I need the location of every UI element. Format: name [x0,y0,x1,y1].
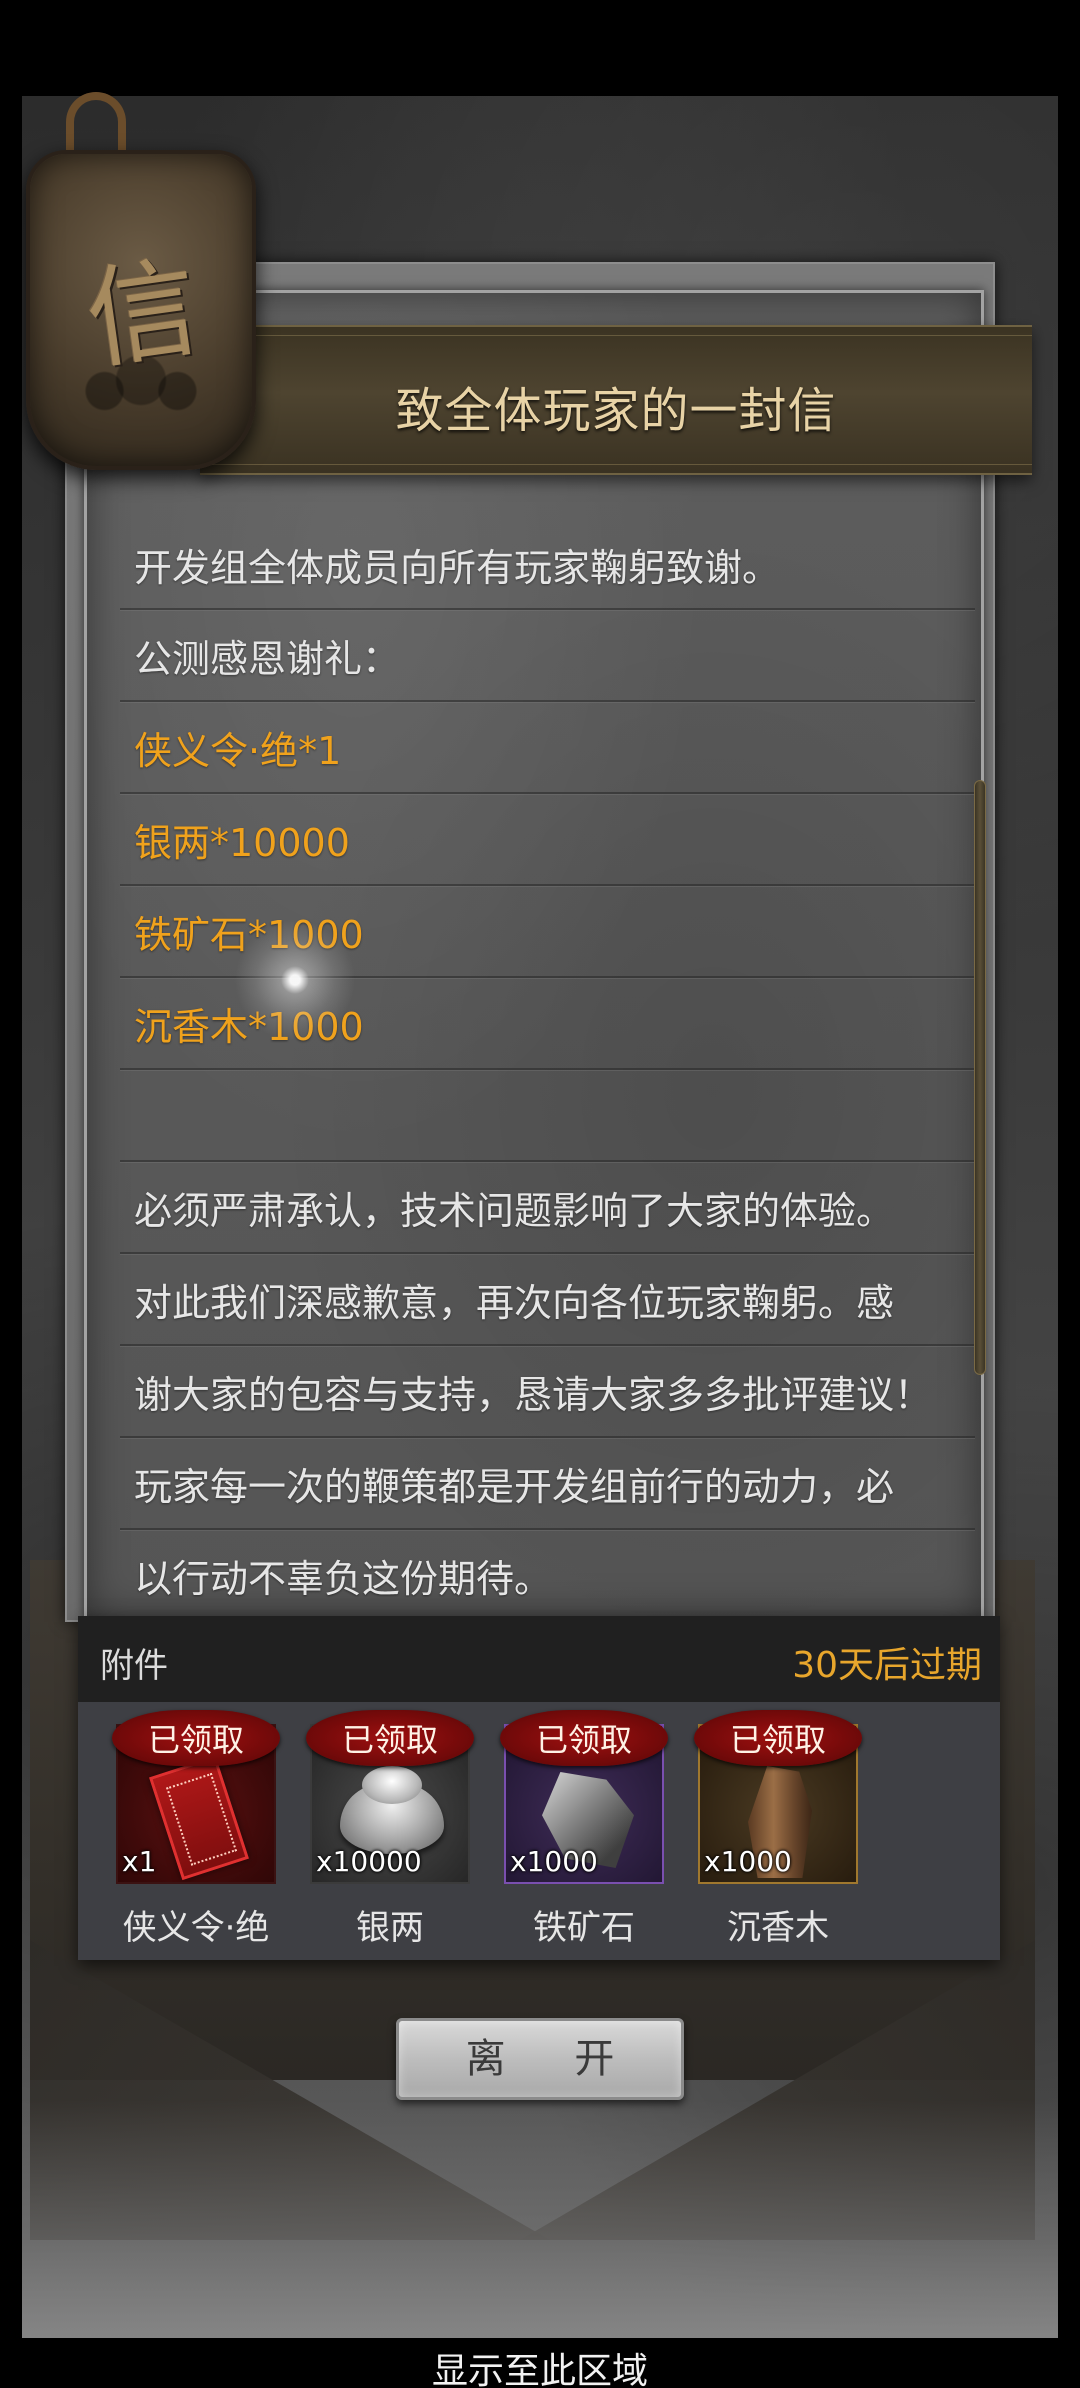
attachments-title: 附件 [100,1646,168,1686]
letter-line: 公测感恩谢礼： [120,610,975,702]
letter-line: 玩家每一次的鞭策都是开发组前行的动力，必 [120,1438,975,1530]
letter-scrollbar[interactable] [974,780,986,1375]
touch-glow [235,920,355,1040]
attachment-item-xiayi-token[interactable]: x1 已领取 侠义令·绝 [112,1710,280,1949]
letter-line-empty [120,1070,975,1162]
letter-title: 致全体玩家的一封信 [395,383,837,439]
leave-button[interactable]: 离 开 [396,2018,684,2100]
seal-icon: 信 [26,150,256,470]
attachment-name: 铁矿石 [533,1908,635,1948]
attachments-expire-text: 30天后过期 [792,1645,982,1686]
attachment-qty: x1000 [704,1845,792,1878]
bottom-fade [22,2100,1058,2338]
letter-line: 谢大家的包容与支持，恳请大家多多批评建议！ [120,1346,975,1438]
attachment-qty: x1 [122,1845,157,1878]
attachment-item-agarwood[interactable]: x1000 已领取 沉香木 [694,1710,862,1949]
silver-ingot-icon [340,1766,444,1854]
reward-line: 银两*10000 [120,794,975,886]
attachment-qty: x10000 [316,1845,422,1878]
attachments-panel: 附件 30天后过期 x1 已领取 侠义令·绝 x10000 已领取 银两 x10… [78,1616,1000,1960]
attachment-qty: x1000 [510,1845,598,1878]
game-screen: 致全体玩家的一封信 信 开发组全体成员向所有玩家鞠躬致谢。 公测感恩谢礼： 侠义… [0,0,1080,2388]
seal-character: 信 [79,242,206,385]
attachment-name: 沉香木 [727,1908,829,1948]
letter-content[interactable]: 开发组全体成员向所有玩家鞠躬致谢。 公测感恩谢礼： 侠义令·绝*1 银两*100… [120,520,975,1600]
letter-title-banner: 致全体玩家的一封信 [200,325,1032,475]
letter-line: 必须严肃承认，技术问题影响了大家的体验。 [120,1162,975,1254]
attachment-name: 侠义令·绝 [122,1908,270,1948]
claimed-badge: 已领取 [306,1710,474,1766]
display-area-label: 显示至此区域 [431,2351,648,2388]
reward-line: 侠义令·绝*1 [120,702,975,794]
claimed-badge: 已领取 [500,1710,668,1766]
letter-line: 对此我们深感歉意，再次向各位玩家鞠躬。感 [120,1254,975,1346]
attachment-name: 银两 [356,1908,424,1948]
seal-tag: 信 [26,92,256,500]
letter-line: 开发组全体成员向所有玩家鞠躬致谢。 [120,520,975,610]
attachment-item-silver[interactable]: x10000 已领取 银两 [306,1710,474,1949]
letter-line: 以行动不辜负这份期待。 [120,1530,975,1601]
claimed-badge: 已领取 [112,1710,280,1766]
attachment-item-iron-ore[interactable]: x1000 已领取 铁矿石 [500,1710,668,1949]
claimed-badge: 已领取 [694,1710,862,1766]
attachments-header: 附件 30天后过期 [78,1616,1000,1702]
xiayi-token-icon [149,1755,249,1881]
